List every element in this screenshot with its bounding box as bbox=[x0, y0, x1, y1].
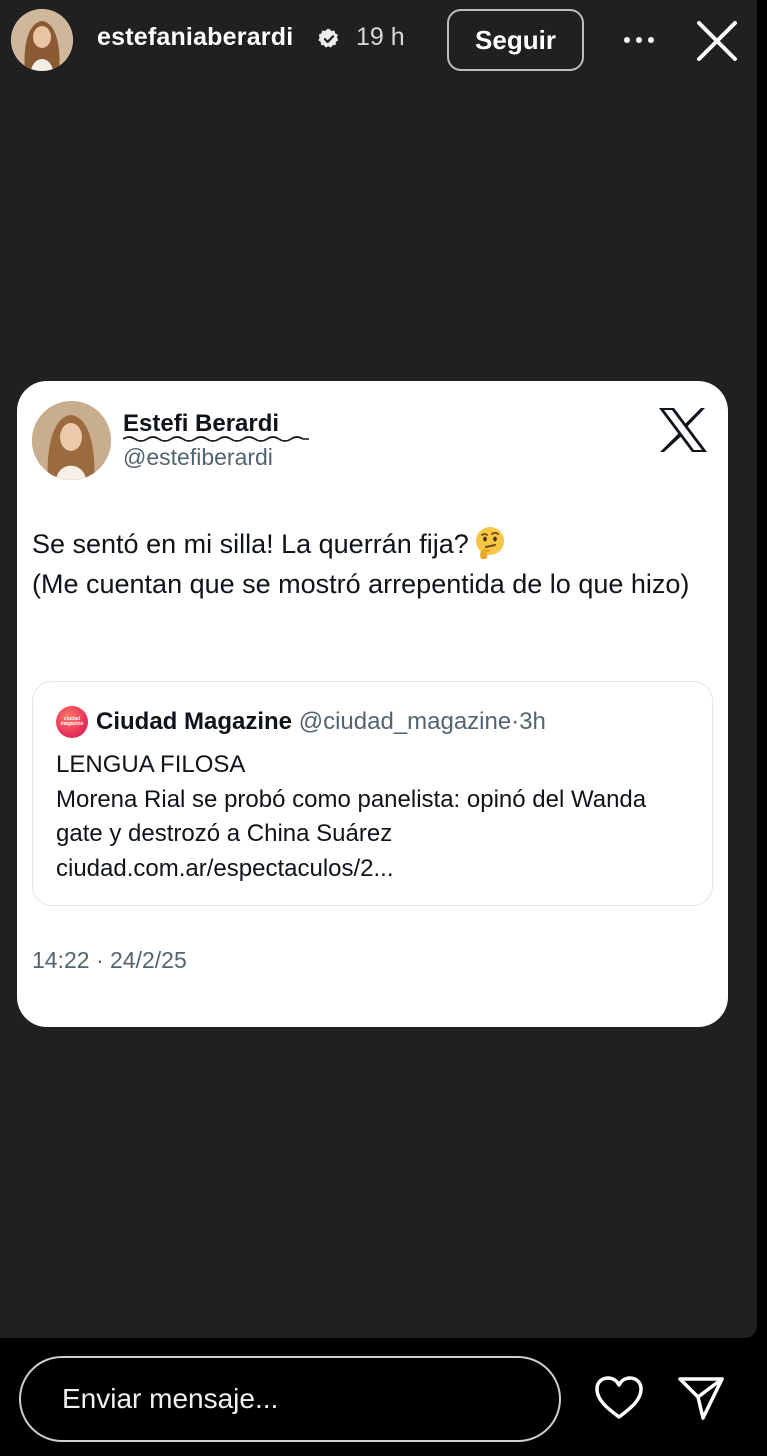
annotation-underline bbox=[123, 436, 309, 442]
more-options-icon[interactable] bbox=[618, 22, 660, 58]
tweet-card: Estefi Berardi @estefiberardi Se sentó e… bbox=[17, 381, 728, 1027]
quoted-time: 3h bbox=[519, 708, 546, 735]
quoted-tweet[interactable]: ciudad magazine Ciudad Magazine @ciudad_m… bbox=[32, 681, 713, 906]
story-username[interactable]: estefaniaberardi bbox=[97, 23, 293, 52]
profile-avatar[interactable] bbox=[11, 9, 73, 71]
x-logo-icon bbox=[659, 408, 707, 452]
tweet-text: Se sentó en mi silla! La querrán fija? (… bbox=[32, 524, 712, 604]
tweet-author-handle: @estefiberardi bbox=[123, 444, 273, 470]
quoted-link[interactable]: ciudad.com.ar/espectaculos/2... bbox=[56, 852, 696, 887]
quoted-author-name: Ciudad Magazine bbox=[96, 708, 293, 735]
thinking-face-emoji-icon bbox=[475, 527, 504, 559]
quoted-line-heading: LENGUA FILOSA bbox=[56, 751, 246, 778]
follow-button[interactable]: Seguir bbox=[447, 9, 584, 71]
tweet-author-name: Estefi Berardi bbox=[123, 410, 280, 437]
message-input[interactable] bbox=[19, 1356, 561, 1442]
tweet-text-line1: Se sentó en mi silla! La querrán fija? bbox=[32, 529, 469, 559]
story-time-ago: 19 h bbox=[356, 23, 405, 51]
ciudad-magazine-logo-icon: ciudad magazine bbox=[56, 706, 88, 738]
verified-badge-icon bbox=[318, 28, 339, 48]
quoted-tweet-header: Ciudad Magazine @ciudad_magazine·3h bbox=[96, 708, 546, 736]
avatar-image bbox=[11, 9, 73, 71]
quoted-line-headline: Morena Rial se probó como panelista: opi… bbox=[56, 785, 647, 848]
send-icon[interactable] bbox=[676, 1374, 726, 1422]
story-background: estefaniaberardi 19 h Seguir Estefi Bera… bbox=[0, 0, 757, 1338]
quoted-separator: · bbox=[511, 708, 520, 735]
tweet-text-line2: (Me cuentan que se mostró arrepentida de… bbox=[32, 569, 690, 599]
close-icon[interactable] bbox=[694, 18, 740, 64]
tweet-author-avatar bbox=[32, 401, 111, 480]
quoted-author-handle: @ciudad_magazine bbox=[298, 708, 512, 735]
quoted-tweet-body: LENGUA FILOSA Morena Rial se probó como … bbox=[56, 748, 696, 886]
heart-icon[interactable] bbox=[593, 1374, 645, 1422]
tweet-timestamp: 14:22 · 24/2/25 bbox=[32, 947, 187, 973]
